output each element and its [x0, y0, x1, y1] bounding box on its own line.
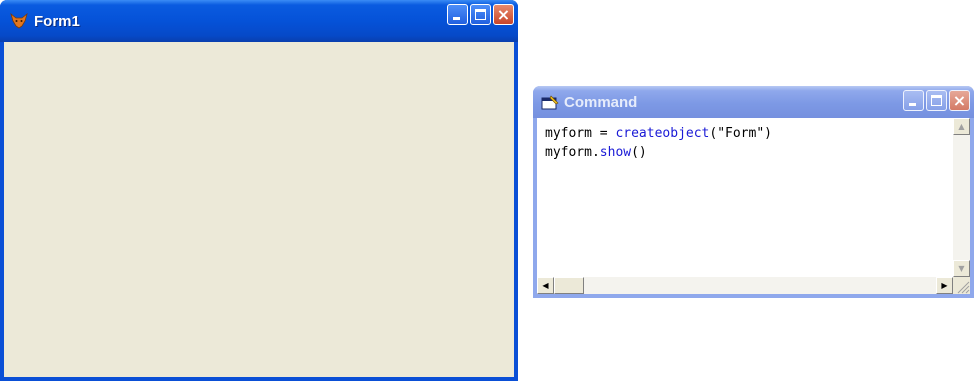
command-close-button[interactable]: ×: [949, 90, 970, 111]
horizontal-scrollbar[interactable]: ◀ ▶: [537, 277, 953, 294]
code-text: myform =: [545, 126, 616, 141]
scroll-left-icon[interactable]: ◀: [537, 277, 554, 294]
form1-client-area[interactable]: [4, 42, 514, 377]
scroll-down-icon[interactable]: ▼: [953, 260, 970, 277]
code-text: (): [631, 145, 647, 160]
form1-window[interactable]: Form1 ×: [0, 0, 518, 381]
form1-title: Form1: [34, 12, 80, 30]
command-title: Command: [564, 93, 638, 111]
form1-titlebar[interactable]: Form1 ×: [0, 0, 518, 42]
form1-maximize-button[interactable]: [470, 4, 491, 25]
resize-grip-icon[interactable]: [953, 277, 970, 294]
code-line[interactable]: myform = createobject("Form"): [545, 124, 953, 143]
maximize-icon: [931, 95, 942, 106]
code-keyword: show: [599, 145, 632, 160]
command-maximize-button[interactable]: [926, 90, 947, 111]
code-line[interactable]: myform.show(): [545, 143, 953, 162]
command-window[interactable]: Command × myform = createobject("Form") m…: [533, 86, 974, 298]
command-minimize-button[interactable]: [903, 90, 924, 111]
horizontal-scroll-thumb[interactable]: [554, 277, 584, 294]
scroll-up-icon[interactable]: ▲: [953, 118, 970, 135]
close-icon: ×: [496, 5, 511, 24]
minimize-icon: [453, 17, 460, 20]
vertical-scrollbar[interactable]: ▲ ▼: [953, 118, 970, 277]
code-keyword: createobject: [615, 126, 710, 141]
minimize-icon: [909, 103, 916, 106]
scroll-right-icon[interactable]: ▶: [936, 277, 953, 294]
maximize-icon: [475, 9, 486, 20]
command-titlebar[interactable]: Command ×: [533, 86, 974, 118]
close-icon: ×: [952, 91, 967, 110]
command-window-icon: [541, 94, 559, 109]
form1-minimize-button[interactable]: [447, 4, 468, 25]
command-editor[interactable]: myform = createobject("Form") myform.show…: [537, 118, 953, 277]
command-client-area[interactable]: myform = createobject("Form") myform.show…: [537, 118, 970, 294]
code-text: ("Form"): [709, 126, 772, 141]
form1-close-button[interactable]: ×: [493, 4, 514, 25]
fox-app-icon: [10, 13, 28, 29]
code-text: myform.: [545, 145, 600, 160]
